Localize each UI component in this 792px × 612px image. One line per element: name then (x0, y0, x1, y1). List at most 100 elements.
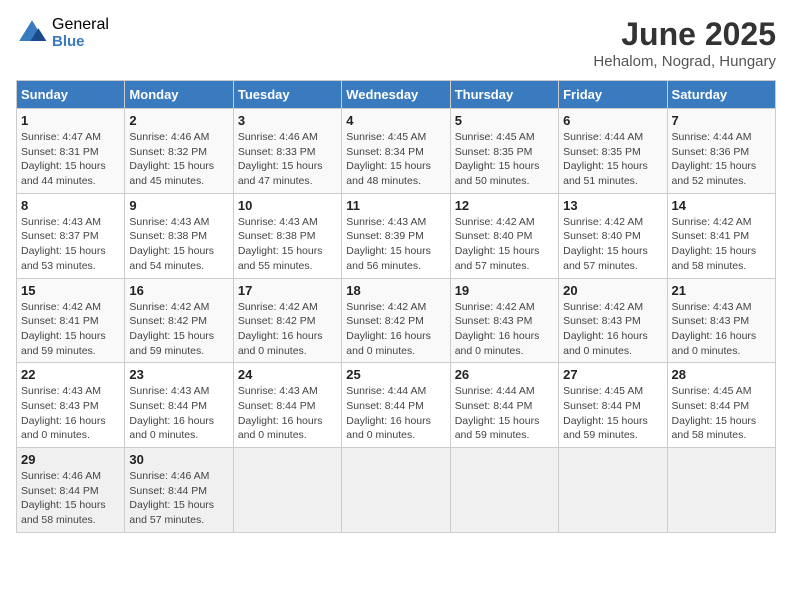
calendar-cell: 6Sunrise: 4:44 AM Sunset: 8:35 PM Daylig… (559, 109, 667, 194)
day-info: Sunrise: 4:44 AM Sunset: 8:35 PM Dayligh… (563, 130, 662, 189)
day-info: Sunrise: 4:42 AM Sunset: 8:42 PM Dayligh… (129, 300, 228, 359)
logo-general: General (52, 16, 109, 34)
calendar-cell: 23 Sunrise: 4:43 AM Sunset: 8:44 PM Dayli… (125, 363, 233, 448)
title-area: June 2025 Hehalom, Nograd, Hungary (593, 16, 776, 70)
day-info: Sunrise: 4:44 AM Sunset: 8:44 PM Dayligh… (346, 384, 445, 443)
month-title: June 2025 (593, 16, 776, 53)
calendar-cell: 21Sunrise: 4:43 AM Sunset: 8:43 PM Dayli… (667, 278, 775, 363)
calendar-cell: 18 Sunrise: 4:42 AM Sunset: 8:42 PM Dayli… (342, 278, 450, 363)
day-info: Sunrise: 4:43 AM Sunset: 8:44 PM Dayligh… (129, 384, 228, 443)
calendar-cell (667, 448, 775, 533)
calendar-cell: 12 Sunrise: 4:42 AM Sunset: 8:40 PM Dayli… (450, 193, 558, 278)
day-info: Sunrise: 4:42 AM Sunset: 8:42 PM Dayligh… (346, 300, 445, 359)
day-number: 17 (238, 283, 337, 298)
day-number: 12 (455, 198, 554, 213)
calendar-cell: 2 Sunrise: 4:46 AM Sunset: 8:32 PM Daylig… (125, 109, 233, 194)
day-info: Sunrise: 4:45 AM Sunset: 8:35 PM Dayligh… (455, 130, 554, 189)
day-number: 11 (346, 198, 445, 213)
day-number: 18 (346, 283, 445, 298)
day-info: Sunrise: 4:43 AM Sunset: 8:43 PM Dayligh… (21, 384, 120, 443)
day-number: 28 (672, 367, 771, 382)
location-title: Hehalom, Nograd, Hungary (593, 53, 776, 70)
calendar-cell: 28Sunrise: 4:45 AM Sunset: 8:44 PM Dayli… (667, 363, 775, 448)
day-info: Sunrise: 4:42 AM Sunset: 8:41 PM Dayligh… (21, 300, 120, 359)
day-info: Sunrise: 4:46 AM Sunset: 8:32 PM Dayligh… (129, 130, 228, 189)
calendar-week-1: 1Sunrise: 4:47 AM Sunset: 8:31 PM Daylig… (17, 109, 776, 194)
day-info: Sunrise: 4:43 AM Sunset: 8:38 PM Dayligh… (238, 215, 337, 274)
day-info: Sunrise: 4:42 AM Sunset: 8:40 PM Dayligh… (455, 215, 554, 274)
calendar-cell: 17 Sunrise: 4:42 AM Sunset: 8:42 PM Dayli… (233, 278, 341, 363)
day-number: 24 (238, 367, 337, 382)
calendar-cell: 10 Sunrise: 4:43 AM Sunset: 8:38 PM Dayli… (233, 193, 341, 278)
day-info: Sunrise: 4:42 AM Sunset: 8:40 PM Dayligh… (563, 215, 662, 274)
day-number: 26 (455, 367, 554, 382)
calendar-cell: 1Sunrise: 4:47 AM Sunset: 8:31 PM Daylig… (17, 109, 125, 194)
calendar-cell: 11Sunrise: 4:43 AM Sunset: 8:39 PM Dayli… (342, 193, 450, 278)
day-number: 8 (21, 198, 120, 213)
day-info: Sunrise: 4:42 AM Sunset: 8:41 PM Dayligh… (672, 215, 771, 274)
calendar-cell: 3 Sunrise: 4:46 AM Sunset: 8:33 PM Daylig… (233, 109, 341, 194)
calendar-cell (233, 448, 341, 533)
calendar-cell: 20Sunrise: 4:42 AM Sunset: 8:43 PM Dayli… (559, 278, 667, 363)
header-monday: Monday (125, 81, 233, 109)
logo-icon (16, 17, 48, 49)
day-info: Sunrise: 4:42 AM Sunset: 8:42 PM Dayligh… (238, 300, 337, 359)
calendar-cell: 15 Sunrise: 4:42 AM Sunset: 8:41 PM Dayli… (17, 278, 125, 363)
day-number: 7 (672, 113, 771, 128)
day-info: Sunrise: 4:46 AM Sunset: 8:44 PM Dayligh… (21, 469, 120, 528)
day-info: Sunrise: 4:43 AM Sunset: 8:38 PM Dayligh… (129, 215, 228, 274)
header-tuesday: Tuesday (233, 81, 341, 109)
calendar-cell: 13 Sunrise: 4:42 AM Sunset: 8:40 PM Dayli… (559, 193, 667, 278)
day-info: Sunrise: 4:43 AM Sunset: 8:37 PM Dayligh… (21, 215, 120, 274)
calendar-cell: 27Sunrise: 4:45 AM Sunset: 8:44 PM Dayli… (559, 363, 667, 448)
calendar-cell (450, 448, 558, 533)
calendar-cell: 8 Sunrise: 4:43 AM Sunset: 8:37 PM Daylig… (17, 193, 125, 278)
calendar-cell: 30 Sunrise: 4:46 AM Sunset: 8:44 PM Dayli… (125, 448, 233, 533)
calendar-week-3: 15 Sunrise: 4:42 AM Sunset: 8:41 PM Dayli… (17, 278, 776, 363)
calendar-cell: 26Sunrise: 4:44 AM Sunset: 8:44 PM Dayli… (450, 363, 558, 448)
calendar-cell: 9 Sunrise: 4:43 AM Sunset: 8:38 PM Daylig… (125, 193, 233, 278)
day-number: 3 (238, 113, 337, 128)
day-number: 4 (346, 113, 445, 128)
day-number: 1 (21, 113, 120, 128)
day-info: Sunrise: 4:43 AM Sunset: 8:43 PM Dayligh… (672, 300, 771, 359)
day-number: 14 (672, 198, 771, 213)
header-wednesday: Wednesday (342, 81, 450, 109)
day-info: Sunrise: 4:45 AM Sunset: 8:44 PM Dayligh… (563, 384, 662, 443)
logo-text: General Blue (52, 16, 109, 50)
calendar-week-2: 8 Sunrise: 4:43 AM Sunset: 8:37 PM Daylig… (17, 193, 776, 278)
header-sunday: Sunday (17, 81, 125, 109)
day-number: 16 (129, 283, 228, 298)
logo-blue: Blue (52, 34, 109, 51)
calendar-cell: 4 Sunrise: 4:45 AM Sunset: 8:34 PM Daylig… (342, 109, 450, 194)
day-info: Sunrise: 4:46 AM Sunset: 8:33 PM Dayligh… (238, 130, 337, 189)
day-number: 22 (21, 367, 120, 382)
day-number: 19 (455, 283, 554, 298)
day-number: 10 (238, 198, 337, 213)
day-number: 2 (129, 113, 228, 128)
day-info: Sunrise: 4:45 AM Sunset: 8:34 PM Dayligh… (346, 130, 445, 189)
day-number: 25 (346, 367, 445, 382)
day-number: 23 (129, 367, 228, 382)
day-number: 30 (129, 452, 228, 467)
day-headers: Sunday Monday Tuesday Wednesday Thursday… (17, 81, 776, 109)
calendar-cell: 19Sunrise: 4:42 AM Sunset: 8:43 PM Dayli… (450, 278, 558, 363)
calendar-cell (342, 448, 450, 533)
day-number: 15 (21, 283, 120, 298)
calendar-cell: 5Sunrise: 4:45 AM Sunset: 8:35 PM Daylig… (450, 109, 558, 194)
calendar-cell: 22 Sunrise: 4:43 AM Sunset: 8:43 PM Dayli… (17, 363, 125, 448)
day-info: Sunrise: 4:46 AM Sunset: 8:44 PM Dayligh… (129, 469, 228, 528)
calendar-cell: 14 Sunrise: 4:42 AM Sunset: 8:41 PM Dayli… (667, 193, 775, 278)
calendar-week-5: 29 Sunrise: 4:46 AM Sunset: 8:44 PM Dayli… (17, 448, 776, 533)
day-number: 20 (563, 283, 662, 298)
calendar-cell: 25 Sunrise: 4:44 AM Sunset: 8:44 PM Dayli… (342, 363, 450, 448)
day-number: 13 (563, 198, 662, 213)
calendar-cell: 29 Sunrise: 4:46 AM Sunset: 8:44 PM Dayli… (17, 448, 125, 533)
calendar-cell: 7Sunrise: 4:44 AM Sunset: 8:36 PM Daylig… (667, 109, 775, 194)
logo: General Blue (16, 16, 109, 50)
calendar-cell (559, 448, 667, 533)
day-number: 29 (21, 452, 120, 467)
day-number: 9 (129, 198, 228, 213)
calendar-week-4: 22 Sunrise: 4:43 AM Sunset: 8:43 PM Dayli… (17, 363, 776, 448)
header: General Blue June 2025 Hehalom, Nograd, … (16, 16, 776, 70)
